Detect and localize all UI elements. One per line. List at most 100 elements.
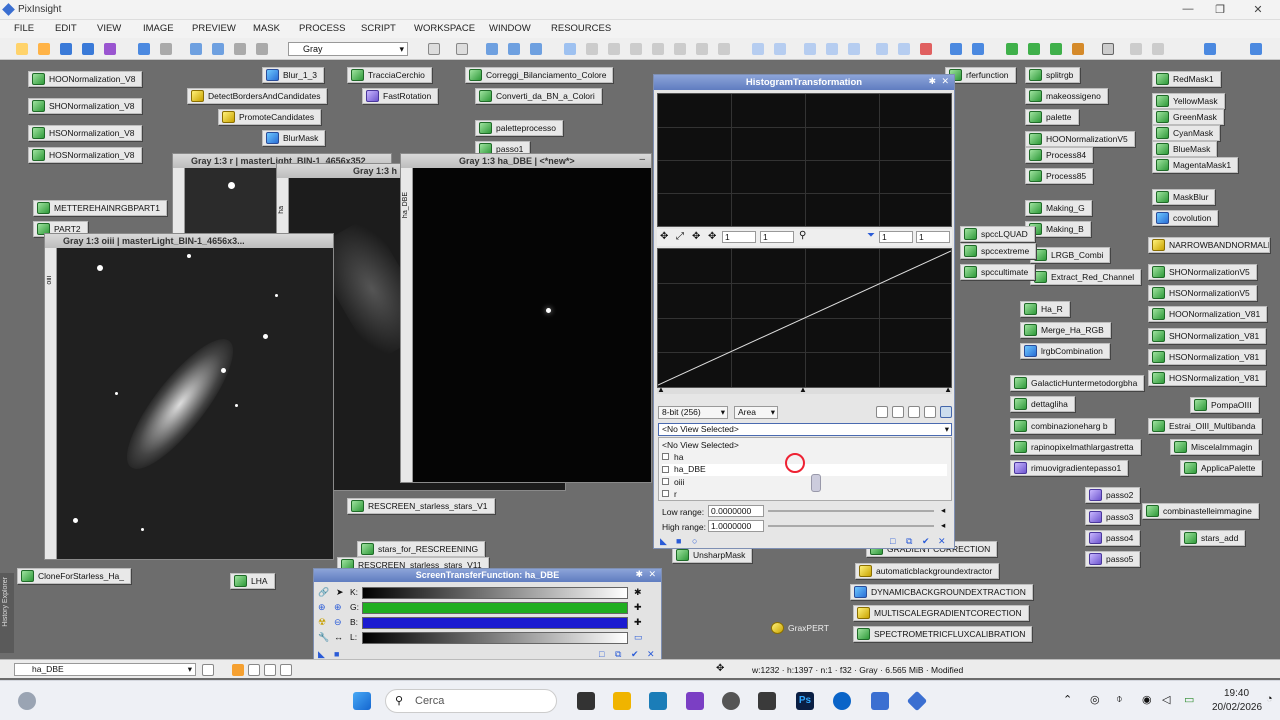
menu-preview[interactable]: PREVIEW xyxy=(192,23,236,34)
resize-icon[interactable]: ⤢ xyxy=(676,231,684,242)
image-window-ha-dbe[interactable]: Gray 1:3 ha_DBE | <*new*> – ha_DBE xyxy=(400,153,652,483)
grid-icon[interactable] xyxy=(940,406,952,418)
panel-icon[interactable] xyxy=(264,664,276,676)
process-icon[interactable]: GraxPERT xyxy=(768,621,835,637)
preview-icon[interactable] xyxy=(232,664,244,676)
process-icon[interactable]: spccextreme xyxy=(960,243,1037,259)
zoom-in-icon[interactable] xyxy=(752,43,764,55)
panel-icon[interactable] xyxy=(1204,43,1216,55)
image-window-oiii[interactable]: Gray 1:3 oiii | masterLight_BIN-1_4656x3… xyxy=(44,233,334,560)
process-icon[interactable]: BlueMask xyxy=(1152,141,1218,157)
process-icon[interactable]: BlurMask xyxy=(262,130,326,146)
channel-bar-l[interactable] xyxy=(362,632,628,644)
checkbox[interactable] xyxy=(662,453,669,460)
process-icon[interactable]: Estrai_OIII_Multibanda xyxy=(1148,418,1263,434)
track-view-icon[interactable]: ⧉ xyxy=(906,536,912,547)
process-icon[interactable]: covolution xyxy=(1152,210,1219,226)
process-icon[interactable]: paletteprocesso xyxy=(475,120,564,136)
reset-all-icon[interactable]: ✕ xyxy=(938,536,946,547)
undo-icon[interactable] xyxy=(138,43,150,55)
expand-icon[interactable] xyxy=(652,43,664,55)
arrows-icon[interactable] xyxy=(608,43,620,55)
zoom-icon[interactable]: ⊕ xyxy=(334,602,342,613)
clone-icon[interactable] xyxy=(190,43,202,55)
process-icon[interactable]: HSONormalization_V81 xyxy=(1148,349,1267,365)
menu-window[interactable]: WINDOW xyxy=(489,23,531,34)
process-icon[interactable]: SHONormalizationV5 xyxy=(1148,264,1257,280)
process-icon[interactable]: UnsharpMask xyxy=(672,547,753,563)
arrows-icon[interactable]: ↔ xyxy=(334,632,343,642)
histogram-icon[interactable] xyxy=(892,406,904,418)
mask-invert-icon[interactable] xyxy=(972,43,984,55)
menu-workspace[interactable]: WORKSPACE xyxy=(414,23,475,34)
highlights-handle-icon[interactable]: ▲ xyxy=(944,385,952,394)
process-icon[interactable]: Process85 xyxy=(1025,168,1094,184)
process-icon[interactable]: HOONormalization_V81 xyxy=(1148,306,1268,322)
rgb-channel-icon[interactable] xyxy=(428,43,440,55)
channel-bar-g[interactable] xyxy=(362,602,628,614)
app-icon[interactable] xyxy=(649,692,667,710)
checkbox[interactable] xyxy=(662,466,669,473)
process-icon[interactable]: rapinopixelmathlargastretta xyxy=(1010,439,1141,455)
curve-icon[interactable] xyxy=(924,406,936,418)
slider-track[interactable]: ▲ ▲ ▲ xyxy=(657,385,952,394)
gear-icon[interactable]: ✱ xyxy=(634,587,642,598)
zoom-2-icon[interactable] xyxy=(826,43,838,55)
notification-icon[interactable]: ◔ xyxy=(1266,693,1273,705)
process-icon[interactable]: HOSNormalization_V8 xyxy=(28,147,142,163)
process-icon[interactable]: GalacticHuntermetodorgbha xyxy=(1010,375,1145,391)
histogram-view-upper[interactable] xyxy=(657,93,952,227)
shade-icon[interactable]: ✱ xyxy=(928,76,936,87)
process-icon[interactable]: combinastelleimmagine xyxy=(1142,503,1259,519)
menu-resources[interactable]: RESOURCES xyxy=(551,23,611,34)
process-icon[interactable]: rferfunction xyxy=(945,67,1016,83)
fit-icon[interactable] xyxy=(586,43,598,55)
pointer-icon[interactable]: ➤ xyxy=(336,587,344,598)
mode-select[interactable]: Area ▾ xyxy=(734,406,778,419)
close-icon[interactable]: ✕ xyxy=(1248,3,1268,16)
process-icon[interactable]: MaskBlur xyxy=(1152,189,1216,205)
panel-icon[interactable] xyxy=(280,664,292,676)
log-histogram-icon[interactable] xyxy=(876,406,888,418)
process-icon[interactable]: passo3 xyxy=(1085,509,1141,525)
low-range-slider[interactable] xyxy=(768,510,934,512)
wrench-icon[interactable]: 🔧 xyxy=(318,632,329,643)
process-icon[interactable]: combinazioneharg b xyxy=(1010,418,1115,434)
maximize-icon[interactable]: ❐ xyxy=(1210,3,1230,16)
process-icon[interactable]: stars_add xyxy=(1180,530,1246,546)
browse-docs-icon[interactable]: □ xyxy=(890,536,895,546)
link-icon[interactable]: 🔗 xyxy=(318,587,329,598)
process-icon[interactable]: spccultimate xyxy=(960,264,1036,280)
battery-icon[interactable]: ▭ xyxy=(1184,693,1194,706)
process-icon[interactable]: GreenMask xyxy=(1152,109,1224,125)
file-explorer-icon[interactable] xyxy=(1152,43,1164,55)
new-icon[interactable] xyxy=(16,43,28,55)
process-icon[interactable]: passo5 xyxy=(1085,551,1141,567)
process-icon[interactable]: CloneForStarless_Ha_ xyxy=(17,568,131,584)
app-icon[interactable] xyxy=(722,692,740,710)
zoom-1-icon[interactable] xyxy=(804,43,816,55)
close-icon[interactable]: ✕ xyxy=(648,569,656,580)
wifi-icon[interactable]: ◉ xyxy=(1142,693,1152,706)
process-icon[interactable]: lrgbCombination xyxy=(1020,343,1110,359)
console-icon[interactable] xyxy=(1130,43,1142,55)
filter-icon[interactable]: ⏷ xyxy=(867,230,875,241)
low-range-input[interactable]: 0.0000000 xyxy=(708,505,764,517)
pointer-icon[interactable] xyxy=(718,43,730,55)
redo-icon[interactable] xyxy=(160,43,172,55)
view-list[interactable]: <No View Selected> ha ha_DBE oiii r xyxy=(658,437,952,501)
close-image-icon[interactable] xyxy=(104,43,116,55)
process-icon[interactable]: MULTISCALEGRADIENTCORECTION xyxy=(853,605,1029,621)
process-icon[interactable]: TracciaCerchio xyxy=(347,67,432,83)
plus-icon[interactable]: ✚ xyxy=(634,617,642,628)
photoshop-icon[interactable]: Ps xyxy=(796,692,814,710)
real-time-preview-icon[interactable]: ○ xyxy=(692,536,697,546)
process-icon[interactable]: MagentaMask1 xyxy=(1152,157,1239,173)
midtones-handle-icon[interactable]: ▲ xyxy=(799,385,807,394)
process-icon[interactable]: splitrgb xyxy=(1025,67,1081,83)
process-icon[interactable]: Converti_da_BN_a_Colori xyxy=(475,88,602,104)
process-icon[interactable]: DYNAMICBACKGROUNDEXTRACTION xyxy=(850,584,1033,600)
zoom-x-input[interactable]: 1 xyxy=(722,231,756,243)
process-icon[interactable]: spccLQUAD xyxy=(960,226,1035,242)
process-icon[interactable]: DetectBordersAndCandidates xyxy=(187,88,328,104)
